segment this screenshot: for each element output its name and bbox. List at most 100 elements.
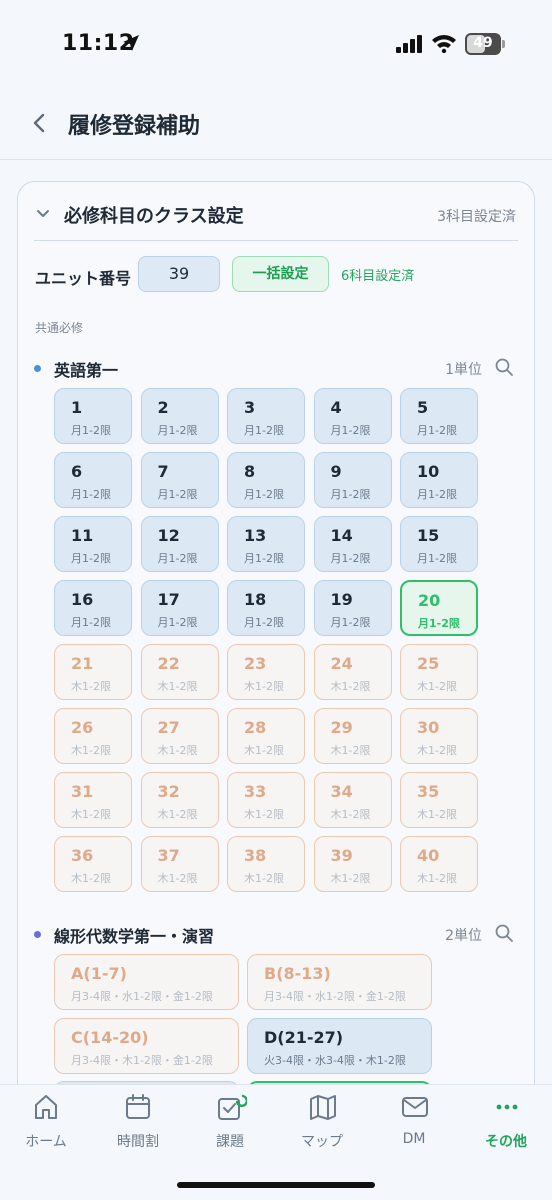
class-option[interactable]: 40 木1-2限 <box>400 836 478 892</box>
class-option[interactable]: 37 木1-2限 <box>140 836 219 892</box>
class-option[interactable]: 16 月1-2限 <box>54 580 132 636</box>
class-option[interactable]: 4 月1-2限 <box>313 388 392 444</box>
class-option[interactable]: 33 木1-2限 <box>227 772 305 828</box>
class-number: 19 <box>330 590 353 609</box>
class-option[interactable]: 15 月1-2限 <box>400 516 478 572</box>
tab-home[interactable]: ホーム <box>0 1093 92 1153</box>
class-period: 月1-2限 <box>157 616 198 629</box>
class-option[interactable]: D(21-27) 火3-4限・水3-4限・木1-2限 <box>247 1018 432 1074</box>
class-option[interactable]: 36 木1-2限 <box>54 836 132 892</box>
class-option[interactable]: 34 木1-2限 <box>313 772 392 828</box>
class-period: 木1-2限 <box>417 808 457 821</box>
class-number: 34 <box>330 782 353 801</box>
bulk-set-button[interactable]: 一括設定 <box>232 256 329 292</box>
class-number: 22 <box>157 654 180 673</box>
class-period: 木1-2限 <box>71 680 111 693</box>
class-option[interactable]: 39 木1-2限 <box>313 836 392 892</box>
class-option[interactable]: 14 月1-2限 <box>313 516 392 572</box>
class-number: 6 <box>71 462 83 481</box>
back-chevron-icon[interactable] <box>26 108 54 138</box>
class-option[interactable]: 13 月1-2限 <box>227 516 305 572</box>
search-icon[interactable] <box>494 923 514 943</box>
class-period: 月1-2限 <box>418 617 460 630</box>
class-option[interactable]: B(8-13) 月3-4限・水1-2限・金1-2限 <box>247 954 432 1010</box>
bulk-set-status: 6科目設定済 <box>341 269 415 284</box>
class-option[interactable]: 8 月1-2限 <box>227 452 305 508</box>
class-period: 木1-2限 <box>330 680 371 693</box>
class-number: 25 <box>417 654 440 673</box>
class-option[interactable]: 24 木1-2限 <box>313 644 392 700</box>
map-icon <box>310 1095 336 1120</box>
class-option[interactable]: 27 木1-2限 <box>140 708 219 764</box>
class-period: 月1-2限 <box>244 424 284 437</box>
unit-number-label: ユニット番号 <box>35 269 132 288</box>
class-option[interactable]: A(1-7) 月3-4限・水1-2限・金1-2限 <box>54 954 239 1010</box>
class-option[interactable]: 11 月1-2限 <box>54 516 132 572</box>
class-option[interactable]: 22 木1-2限 <box>140 644 219 700</box>
class-number: 31 <box>71 782 94 801</box>
class-number: 3 <box>244 398 256 417</box>
class-option[interactable]: 31 木1-2限 <box>54 772 132 828</box>
class-period: 木1-2限 <box>417 680 457 693</box>
class-option[interactable]: 38 木1-2限 <box>227 836 305 892</box>
tab-map[interactable]: マップ <box>276 1093 368 1153</box>
class-option[interactable]: 19 月1-2限 <box>313 580 392 636</box>
class-period: 月1-2限 <box>417 488 457 501</box>
battery-icon: 49 <box>465 33 505 55</box>
search-icon[interactable] <box>494 357 514 377</box>
mail-icon <box>402 1097 428 1117</box>
class-option[interactable]: 30 木1-2限 <box>400 708 478 764</box>
category-label: 共通必修 <box>35 321 84 335</box>
class-option[interactable]: 9 月1-2限 <box>313 452 392 508</box>
class-period: 木1-2限 <box>417 872 457 885</box>
class-number: 18 <box>244 590 267 609</box>
class-option[interactable]: 17 月1-2限 <box>140 580 219 636</box>
class-option[interactable]: 7 月1-2限 <box>140 452 219 508</box>
wifi-icon <box>432 35 456 53</box>
class-option[interactable]: 25 木1-2限 <box>400 644 478 700</box>
class-option[interactable]: 18 月1-2限 <box>227 580 305 636</box>
class-period: 月3-4限・木1-2限・金1-2限 <box>71 1054 213 1067</box>
subject-name: 線形代数学第一・演習 <box>54 927 215 946</box>
class-period: 木1-2限 <box>417 744 457 757</box>
class-period: 木1-2限 <box>71 808 111 821</box>
tab-timetable[interactable]: 時間割 <box>92 1093 184 1153</box>
chevron-down-icon[interactable] <box>36 208 50 220</box>
class-period: 月3-4限・水1-2限・金1-2限 <box>71 990 213 1003</box>
class-number: 12 <box>157 526 180 545</box>
class-number: 24 <box>330 654 353 673</box>
class-number: 4 <box>330 398 342 417</box>
unit-number-input[interactable]: 39 <box>138 256 220 292</box>
class-option[interactable]: 23 木1-2限 <box>227 644 305 700</box>
class-option[interactable]: 2 月1-2限 <box>140 388 219 444</box>
class-option[interactable]: 12 月1-2限 <box>140 516 219 572</box>
class-option[interactable]: 5 月1-2限 <box>400 388 478 444</box>
class-option[interactable]: 26 木1-2限 <box>54 708 132 764</box>
tab-label: 課題 <box>216 1134 244 1150</box>
class-option[interactable]: 21 木1-2限 <box>54 644 132 700</box>
class-option[interactable]: 28 木1-2限 <box>227 708 305 764</box>
class-period: 月1-2限 <box>157 552 198 565</box>
class-option[interactable]: 3 月1-2限 <box>227 388 305 444</box>
class-option[interactable]: 1 月1-2限 <box>54 388 132 444</box>
class-number: 1 <box>71 398 83 417</box>
class-option[interactable]: 20 月1-2限 <box>400 580 478 636</box>
tab-dm[interactable]: DM <box>368 1093 460 1153</box>
location-arrow-icon <box>123 35 139 51</box>
class-option[interactable]: 35 木1-2限 <box>400 772 478 828</box>
class-period: 木1-2限 <box>244 744 284 757</box>
class-number: 20 <box>418 591 441 610</box>
class-option[interactable]: 6 月1-2限 <box>54 452 132 508</box>
class-option[interactable]: 10 月1-2限 <box>400 452 478 508</box>
class-period: 月1-2限 <box>244 552 284 565</box>
section-title[interactable]: 必修科目のクラス設定 <box>64 202 244 228</box>
subject-name: 英語第一 <box>54 361 119 380</box>
tab-assignments[interactable]: 課題 <box>184 1093 276 1153</box>
tab-more[interactable]: その他 <box>460 1093 552 1153</box>
home-indicator <box>177 1182 375 1188</box>
subject-dot <box>34 365 41 372</box>
class-option[interactable]: 32 木1-2限 <box>140 772 219 828</box>
class-period: 木1-2限 <box>157 872 198 885</box>
class-option[interactable]: 29 木1-2限 <box>313 708 392 764</box>
class-option[interactable]: C(14-20) 月3-4限・木1-2限・金1-2限 <box>54 1018 239 1074</box>
